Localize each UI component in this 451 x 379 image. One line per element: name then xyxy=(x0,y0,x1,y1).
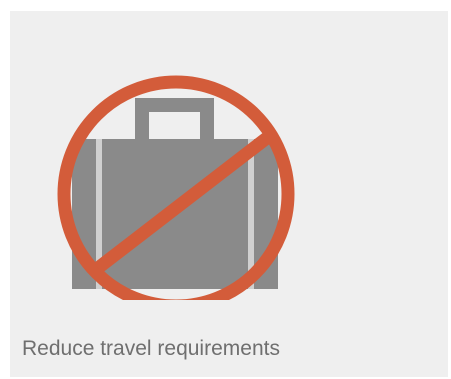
feature-caption: Reduce travel requirements xyxy=(22,337,280,360)
no-travel-icon xyxy=(57,75,295,300)
